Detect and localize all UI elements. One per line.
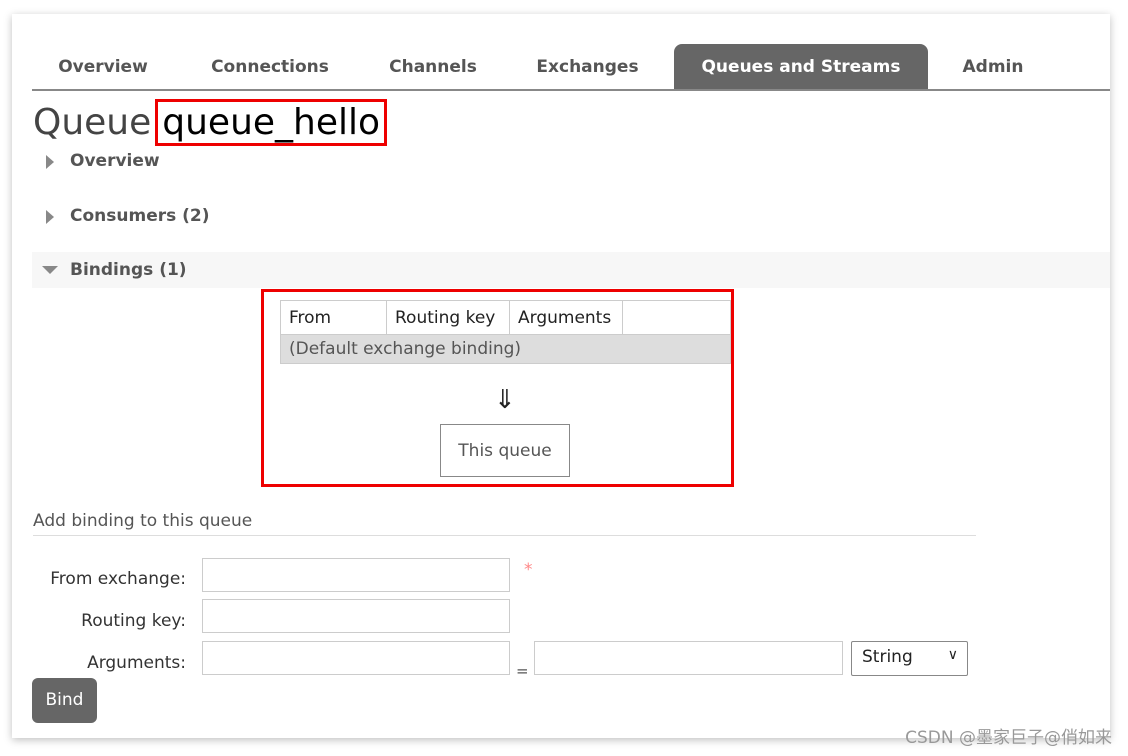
section-label: Bindings (1) xyxy=(70,260,187,280)
chevron-down-icon: ∨ xyxy=(947,647,958,663)
section-bindings[interactable]: Bindings (1) xyxy=(32,252,1110,288)
watermark: CSDN @墨家巨子@俏如来 xyxy=(905,728,1112,748)
bind-button[interactable]: Bind xyxy=(32,678,97,723)
tab-exchanges[interactable]: Exchanges xyxy=(516,44,659,89)
title-prefix: Queue xyxy=(33,102,152,143)
add-binding-heading: Add binding to this queue xyxy=(33,511,976,536)
section-overview[interactable]: Overview xyxy=(32,143,1110,179)
col-actions xyxy=(622,300,731,335)
section-label: Overview xyxy=(70,151,160,171)
tab-channels[interactable]: Channels xyxy=(370,44,496,89)
routing-key-label: Routing key: xyxy=(81,611,186,631)
binding-from: (Default exchange binding) xyxy=(280,334,731,364)
required-mark: * xyxy=(524,560,533,580)
tab-connections[interactable]: Connections xyxy=(190,44,350,89)
col-arguments: Arguments xyxy=(509,300,623,335)
bindings-highlight: From Routing key Arguments (Default exch… xyxy=(261,289,734,487)
tab-admin[interactable]: Admin xyxy=(942,44,1044,89)
collapse-icon xyxy=(42,266,58,274)
expand-icon xyxy=(46,155,54,169)
tab-overview[interactable]: Overview xyxy=(32,44,174,89)
section-label: Consumers (2) xyxy=(70,206,210,226)
argument-key-input[interactable] xyxy=(202,641,510,675)
arguments-label: Arguments: xyxy=(87,653,186,673)
col-routing-key: Routing key xyxy=(386,300,510,335)
down-arrow-icon: ⇓ xyxy=(494,385,516,415)
equals-sign: = xyxy=(516,662,529,680)
main-panel: Overview Connections Channels Exchanges … xyxy=(12,14,1110,738)
tab-queues-and-streams[interactable]: Queues and Streams xyxy=(674,44,928,89)
section-consumers[interactable]: Consumers (2) xyxy=(32,198,1110,234)
nav-tabs: Overview Connections Channels Exchanges … xyxy=(32,44,1110,91)
this-queue-box: This queue xyxy=(440,424,570,477)
argument-value-input[interactable] xyxy=(534,641,843,675)
expand-icon xyxy=(46,210,54,224)
routing-key-input[interactable] xyxy=(202,599,510,633)
queue-name: queue_hello xyxy=(155,99,388,146)
col-from: From xyxy=(280,300,387,335)
table-row: (Default exchange binding) xyxy=(280,334,731,364)
argument-type-select[interactable]: String ∨ xyxy=(851,641,968,676)
select-value: String xyxy=(862,647,913,667)
from-exchange-input[interactable] xyxy=(202,558,510,592)
bindings-table: From Routing key Arguments (Default exch… xyxy=(280,300,731,364)
page-title: Queue queue_hello xyxy=(33,99,388,146)
from-exchange-label: From exchange: xyxy=(50,569,186,589)
